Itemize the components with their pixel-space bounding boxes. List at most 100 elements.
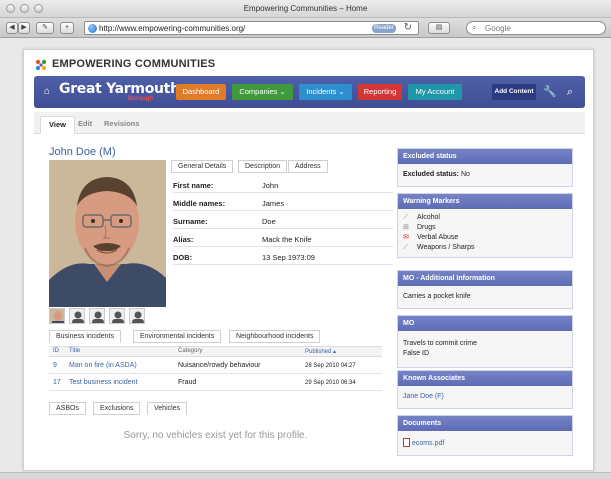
tab-general-details[interactable]: General Details <box>171 160 234 173</box>
search-icon[interactable]: ⌕ <box>561 84 579 100</box>
address-bar[interactable]: http://www.empowering-communities.org/ R… <box>84 21 419 35</box>
main-navbar: ⌂ Great Yarmouth Borough Dashboard Compa… <box>34 76 585 108</box>
panel-title: Known Associates <box>398 371 572 386</box>
mo-line: False ID <box>403 350 430 357</box>
profile-photo <box>49 160 166 307</box>
tab-neighbourhood-incidents[interactable]: Neighbourhood incidents <box>229 330 321 343</box>
reload-icon[interactable]: ↻ <box>404 22 412 33</box>
associate-link[interactable]: Jane Doe (F) <box>403 393 444 400</box>
photo-thumbnail[interactable] <box>89 308 105 324</box>
tab-description[interactable]: Description <box>238 160 288 173</box>
incident-id[interactable]: 9 <box>53 362 57 369</box>
warning-marker: ⟋ Weapons / Sharps <box>403 244 475 251</box>
detail-value: Mack the Knife <box>262 235 312 244</box>
detail-row-alias: Alias: Mack the Knife <box>173 232 393 247</box>
tab-exclusions[interactable]: Exclusions <box>93 402 141 415</box>
incident-title-link[interactable]: Man on fire (in ASDA) <box>69 362 137 369</box>
nav-dashboard[interactable]: Dashboard <box>176 84 226 100</box>
warning-marker: ⊞ Drugs <box>403 224 436 231</box>
globe-icon <box>88 24 97 33</box>
chevron-down-icon: ⌄ <box>279 87 286 96</box>
site-logo-text: EMPOWERING COMMUNITIES <box>52 58 216 70</box>
table-row: 9 Man on fire (in ASDA) Nuisance/rowdy b… <box>49 358 382 374</box>
edit-icon[interactable]: ✎ <box>36 22 54 34</box>
detail-value: Doe <box>262 217 276 226</box>
nav-companies[interactable]: Companies ⌄ <box>232 84 293 100</box>
excluded-status-panel: Excluded status Excluded status: No <box>397 148 573 187</box>
knife-icon: ⟋ <box>403 244 408 251</box>
tab-revisions[interactable]: Revisions <box>96 116 147 134</box>
chevron-down-icon: ⌄ <box>338 87 345 96</box>
table-header: ID Title Category Published ▴ <box>49 346 382 357</box>
panel-title: Excluded status <box>398 149 572 164</box>
pdf-icon <box>403 438 410 447</box>
photo-thumbnail[interactable] <box>49 308 65 324</box>
mo-line: Travels to commit crime <box>403 340 478 347</box>
photo-thumbnail[interactable] <box>69 308 85 324</box>
nav-reporting[interactable]: Reporting <box>358 84 402 100</box>
window-title: Empowering Communities – Home <box>243 4 368 13</box>
warning-marker: ⟋ Alcohol <box>403 214 440 221</box>
browser-status-bar <box>0 472 611 479</box>
sort-asc-icon: ▴ <box>333 349 337 355</box>
nav-my-account[interactable]: My Account <box>408 84 462 100</box>
column-category[interactable]: Category <box>178 348 202 354</box>
window-titlebar: Empowering Communities – Home <box>0 0 611 18</box>
tab-vehicles[interactable]: Vehicles <box>147 402 188 415</box>
detail-label: Alias: <box>173 235 194 244</box>
incident-published: 29 Sep 2010 06:34 <box>305 380 356 386</box>
detail-row-first-name: First name: John <box>173 178 393 193</box>
excluded-status-value: No <box>460 171 470 178</box>
detail-row-surname: Surname: Doe <box>173 214 393 229</box>
panel-title: MO <box>398 316 572 331</box>
tab-business-incidents[interactable]: Business incidents <box>49 330 121 343</box>
incident-published: 28 Sep 2010 04:27 <box>305 363 356 369</box>
add-content-button[interactable]: Add Content <box>492 84 536 100</box>
home-icon[interactable]: ⌂ <box>44 86 50 97</box>
add-bookmark-button[interactable]: + <box>60 22 74 34</box>
person-name: John Doe (M) <box>49 146 116 158</box>
column-id[interactable]: ID <box>53 348 59 354</box>
detail-label: Surname: <box>173 217 208 226</box>
incident-id[interactable]: 17 <box>53 379 61 386</box>
warning-marker: ✉ Verbal Abuse <box>403 234 459 241</box>
web-page: EMPOWERING COMMUNITIES ⌂ Great Yarmouth … <box>23 49 594 471</box>
forward-button[interactable]: ▶ <box>18 22 30 34</box>
panel-title: Documents <box>398 416 572 431</box>
tab-environmental-incidents[interactable]: Environmental incidents <box>133 330 222 343</box>
incident-category: Fraud <box>178 379 197 386</box>
panel-title: MO - Additional Information <box>398 271 572 286</box>
page-tabs: View Edit Revisions <box>34 112 585 134</box>
wrench-icon[interactable]: 🔧 <box>541 84 559 100</box>
back-button[interactable]: ◀ <box>6 22 18 34</box>
mo-additional-info-panel: MO - Additional Information Carries a po… <box>397 270 573 309</box>
brand-title[interactable]: Great Yarmouth <box>59 81 180 97</box>
search-field[interactable]: ⌕ Google <box>466 21 606 35</box>
reader-button[interactable]: Reader <box>372 24 396 33</box>
pills-icon: ⊞ <box>403 224 409 231</box>
nav-incidents[interactable]: Incidents ⌄ <box>299 84 352 100</box>
table-row: 17 Test business incident Fraud 29 Sep 2… <box>49 375 382 391</box>
photo-thumbnail[interactable] <box>109 308 125 324</box>
column-published[interactable]: Published ▴ <box>305 348 336 355</box>
detail-row-dob: DOB: 13 Sep 1973:09 <box>173 250 393 265</box>
warning-markers-panel: Warning Markers ⟋ Alcohol ⊞ Drugs ✉ Verbal … <box>397 193 573 258</box>
column-title[interactable]: Title <box>69 348 80 354</box>
detail-row-middle-names: Middle names: James <box>173 196 393 211</box>
document-link[interactable]: ecoms.pdf <box>412 440 444 447</box>
incident-title-link[interactable]: Test business incident <box>69 379 137 386</box>
known-associates-panel: Known Associates Jane Doe (F) <box>397 370 573 409</box>
bottle-icon: ⟋ <box>403 214 408 221</box>
photo-thumbnail[interactable] <box>129 308 145 324</box>
tab-asbos[interactable]: ASBOs <box>49 402 86 415</box>
excluded-status-label: Excluded status: <box>403 171 460 178</box>
panel-title: Warning Markers <box>398 194 572 209</box>
rss-icon[interactable]: ▤ <box>428 22 450 34</box>
browser-toolbar: ◀ ▶ ✎ + http://www.empowering-communitie… <box>0 18 611 38</box>
detail-label: Middle names: <box>173 199 226 208</box>
detail-value: John <box>262 181 279 190</box>
mo-additional-info-text: Carries a pocket knife <box>398 286 572 308</box>
tab-address[interactable]: Address <box>288 160 328 173</box>
detail-value: James <box>262 199 285 208</box>
detail-label: DOB: <box>173 253 193 262</box>
